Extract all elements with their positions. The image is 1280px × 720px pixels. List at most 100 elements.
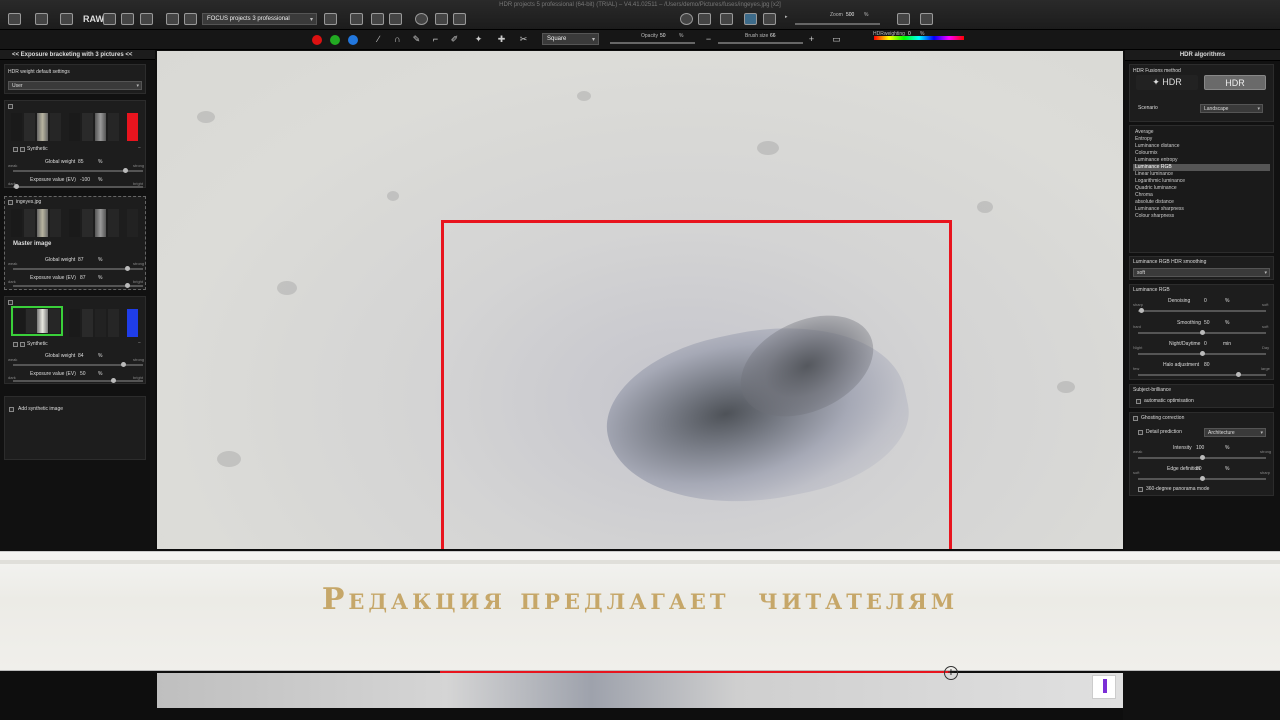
image-card-1[interactable]: Synthetic − Global weight 85 % weak stro… [4, 100, 146, 189]
hdr-tonemap-button[interactable]: HDR [1204, 75, 1266, 90]
image-1-enable-checkbox[interactable] [8, 104, 13, 109]
raw-button[interactable]: RAW [83, 14, 104, 24]
slider-knob[interactable] [125, 266, 130, 271]
minus-icon[interactable]: − [138, 145, 141, 151]
image-3-ev-slider[interactable] [13, 378, 143, 383]
method-item[interactable]: Linear luminance [1133, 171, 1270, 178]
slideshow-icon[interactable] [435, 13, 448, 25]
pen-icon[interactable]: ✎ [411, 34, 422, 45]
night-daytime-value[interactable]: 0 [1204, 341, 1207, 347]
redo-icon[interactable] [698, 13, 711, 25]
image-3-weight-slider[interactable] [13, 362, 143, 367]
layout-icon[interactable] [103, 13, 116, 25]
brush-size-value[interactable]: 66 [770, 33, 776, 39]
brush-size-slider[interactable] [718, 42, 803, 44]
image-3-checkbox-a[interactable] [13, 342, 18, 347]
hdr-weighting-colorbar[interactable] [874, 36, 964, 40]
lasso-icon[interactable]: ∩ [392, 34, 403, 45]
fit-icon[interactable] [897, 13, 910, 25]
smoothing-slider-value[interactable]: 50 [1204, 320, 1210, 326]
slider-knob[interactable] [1200, 330, 1205, 335]
image-card-3[interactable]: Synthetic − Global weight 84 % weak stro… [4, 296, 146, 384]
green-mask-button[interactable] [330, 35, 340, 45]
mask-shape-select[interactable]: Square ▾ [542, 33, 599, 45]
settings-icon[interactable] [140, 13, 153, 25]
method-item[interactable]: Colourmix [1133, 150, 1270, 157]
image-1-checkbox-a[interactable] [13, 147, 18, 152]
halo-adjustment-value[interactable]: 80 [1204, 362, 1210, 368]
image-3-ev-value[interactable]: 50 [80, 371, 86, 377]
image-3-checkbox-b[interactable] [20, 342, 25, 347]
eraser-icon[interactable]: ✐ [449, 34, 460, 45]
share-icon[interactable] [184, 13, 197, 25]
split-icon[interactable] [763, 13, 776, 25]
layer-icon[interactable]: ▭ [831, 34, 842, 45]
method-item[interactable]: Luminance entropy [1133, 157, 1270, 164]
grid-icon[interactable] [121, 13, 134, 25]
image-1-weight-slider[interactable] [13, 168, 143, 173]
slider-knob[interactable] [1139, 308, 1144, 313]
wand-icon[interactable]: ✦ [473, 34, 484, 45]
triangle-icon[interactable] [720, 13, 733, 25]
slider-knob[interactable] [1200, 476, 1205, 481]
fusion-method-list[interactable]: Average Entropy Luminance distance Colou… [1129, 125, 1274, 253]
slider-knob[interactable] [1236, 372, 1241, 377]
preview-icon[interactable] [744, 13, 757, 25]
plus-icon[interactable]: + [806, 34, 817, 45]
image-2-enable-checkbox[interactable] [8, 200, 13, 205]
slider-knob[interactable] [123, 168, 128, 173]
blue-mask-button[interactable] [348, 35, 358, 45]
transfer-icon[interactable] [324, 13, 337, 25]
fullscreen-icon[interactable] [920, 13, 933, 25]
image-2-weight-slider[interactable] [13, 266, 143, 271]
image-2-ev-slider[interactable] [13, 283, 143, 288]
export-icon[interactable] [166, 13, 179, 25]
method-item[interactable]: Luminance sharpness [1133, 206, 1270, 213]
method-item[interactable]: Chroma [1133, 192, 1270, 199]
method-item[interactable]: Luminance distance [1133, 143, 1270, 150]
cut-icon[interactable]: ✂ [518, 34, 529, 45]
denoising-slider[interactable] [1138, 308, 1266, 313]
slider-knob[interactable] [14, 184, 19, 189]
app-select[interactable]: FOCUS projects 3 professional ▾ [202, 13, 317, 25]
method-item[interactable]: Quadric luminance [1133, 185, 1270, 192]
menu-icon[interactable] [8, 13, 21, 25]
detail-prediction-select[interactable]: Architecture ▾ [1204, 428, 1266, 437]
ghosting-checkbox[interactable] [1133, 416, 1138, 421]
weight-settings-select[interactable]: User ▾ [8, 81, 142, 90]
film-icon[interactable] [389, 13, 402, 25]
image-canvas-bottom[interactable] [157, 673, 1123, 708]
slider-knob[interactable] [1200, 351, 1205, 356]
save-icon[interactable] [60, 13, 73, 25]
image-1-checkbox-b[interactable] [20, 147, 25, 152]
intensity-value[interactable]: 100 [1196, 445, 1204, 451]
image-card-2[interactable]: ingeyes.jpg Master image Global weight 8… [4, 196, 146, 290]
selection-rectangle[interactable] [441, 220, 952, 549]
red-mask-button[interactable] [312, 35, 322, 45]
edge-definition-slider[interactable] [1138, 476, 1266, 481]
nav-icon[interactable]: ▸ [785, 14, 788, 20]
image-2-ev-value[interactable]: 87 [80, 275, 86, 281]
method-item[interactable]: Average [1133, 129, 1270, 136]
method-item[interactable]: Logarithmic luminance [1133, 178, 1270, 185]
image-1-weight-value[interactable]: 85 [78, 159, 84, 165]
stamp-icon[interactable]: ✚ [496, 34, 507, 45]
add-synthetic-checkbox[interactable] [9, 407, 14, 412]
history-icon[interactable] [680, 13, 693, 25]
scenario-select[interactable]: Landscape ▾ [1200, 104, 1263, 113]
opacity-slider[interactable] [610, 42, 695, 44]
image-3-enable-checkbox[interactable] [8, 300, 13, 305]
image-canvas[interactable] [157, 51, 1123, 549]
edge-definition-value[interactable]: 80 [1196, 466, 1202, 472]
method-item[interactable]: Colour sharpness [1133, 213, 1270, 220]
add-synthetic-button[interactable]: Add synthetic image [18, 406, 63, 412]
auto-optimisation-checkbox[interactable] [1136, 399, 1141, 404]
slider-knob[interactable] [111, 378, 116, 383]
denoising-value[interactable]: 0 [1204, 298, 1207, 304]
slider-knob[interactable] [125, 283, 130, 288]
image-1-ev-value[interactable]: -100 [80, 177, 90, 183]
night-daytime-slider[interactable] [1138, 351, 1266, 356]
play-icon[interactable] [415, 13, 428, 25]
image-2-weight-value[interactable]: 87 [78, 257, 84, 263]
open-icon[interactable] [35, 13, 48, 25]
